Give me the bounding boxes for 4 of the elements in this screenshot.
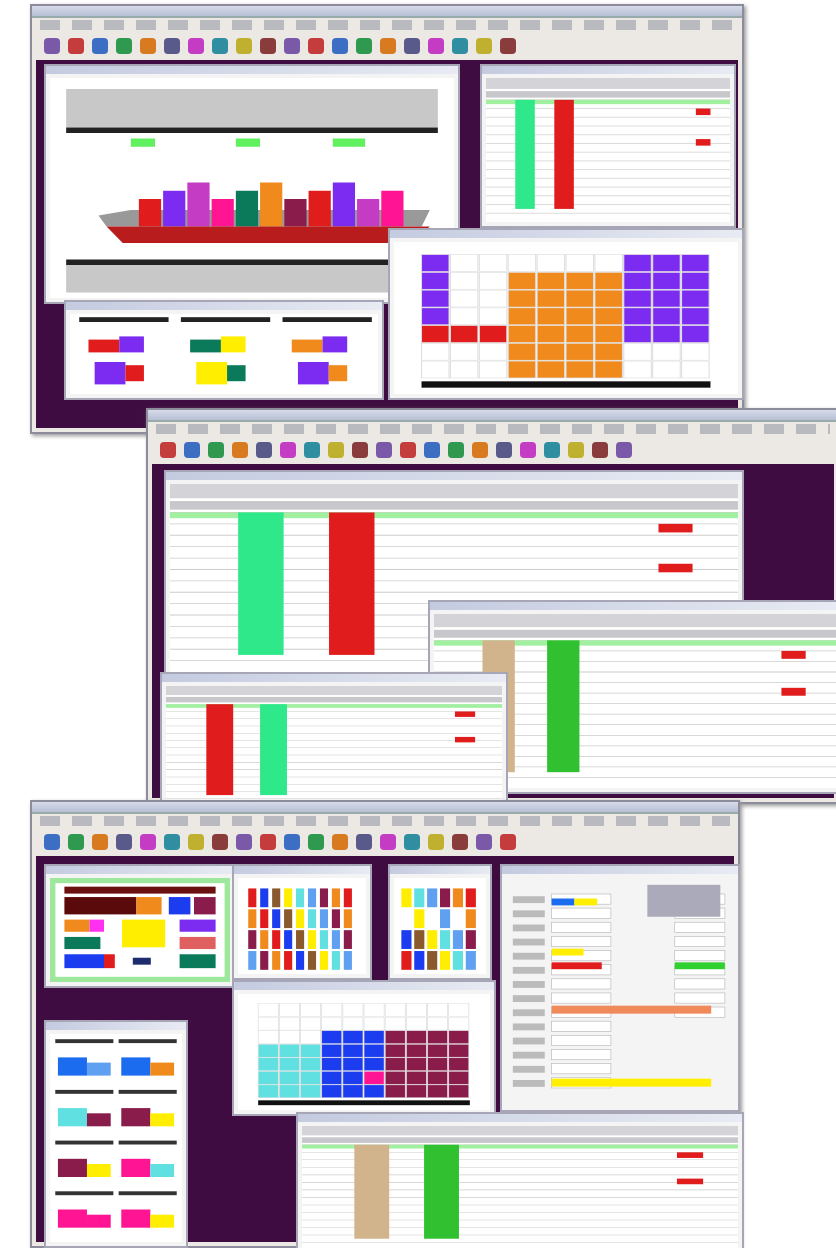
window-title-bar bbox=[390, 866, 490, 874]
column-chart-drawing bbox=[238, 878, 366, 974]
column-chart-drawing bbox=[394, 878, 486, 974]
window-title-bar bbox=[46, 1022, 186, 1030]
